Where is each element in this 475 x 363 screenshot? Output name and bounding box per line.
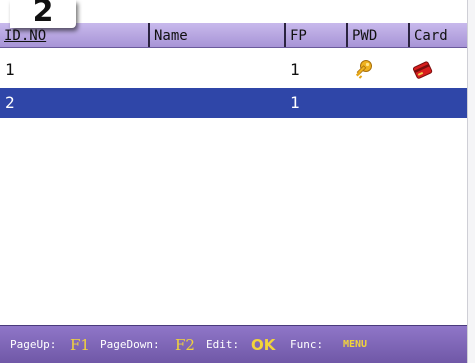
func-label: Func: [290, 338, 324, 351]
row-fp-count: 1 [290, 93, 300, 112]
step-badge: 2 [10, 0, 76, 29]
key-icon [353, 59, 375, 81]
card-icon [412, 59, 434, 81]
pageup-key[interactable]: F1 [70, 326, 90, 363]
screen-right-edge [467, 0, 475, 363]
row-fp-count: 1 [290, 60, 300, 79]
row-id: 2 [5, 93, 15, 112]
menu-key[interactable]: MENU [343, 326, 367, 363]
pageup-label: PageUp: [10, 338, 57, 351]
row-id: 1 [5, 60, 15, 79]
function-key-bar: PageUp: F1 PageDown: F2 Edit: OK Func: M… [0, 325, 467, 363]
edit-ok-key[interactable]: OK [251, 326, 275, 363]
edit-label: Edit: [206, 338, 240, 351]
column-header-card[interactable]: Card [408, 23, 467, 47]
column-header-name[interactable]: Name [148, 23, 284, 47]
table-row-selected[interactable]: 2 1 [0, 88, 467, 118]
column-header-fp[interactable]: FP [284, 23, 346, 47]
column-header-pwd[interactable]: PWD [346, 23, 408, 47]
step-number: 2 [32, 0, 54, 29]
user-list-screen: 2 ID.NO Name FP PWD Card 1 1 2 1 PageUp:… [0, 0, 475, 363]
table-row[interactable]: 1 1 [0, 55, 467, 85]
pagedown-label: PageDown: [100, 338, 160, 351]
pagedown-key[interactable]: F2 [175, 326, 195, 363]
